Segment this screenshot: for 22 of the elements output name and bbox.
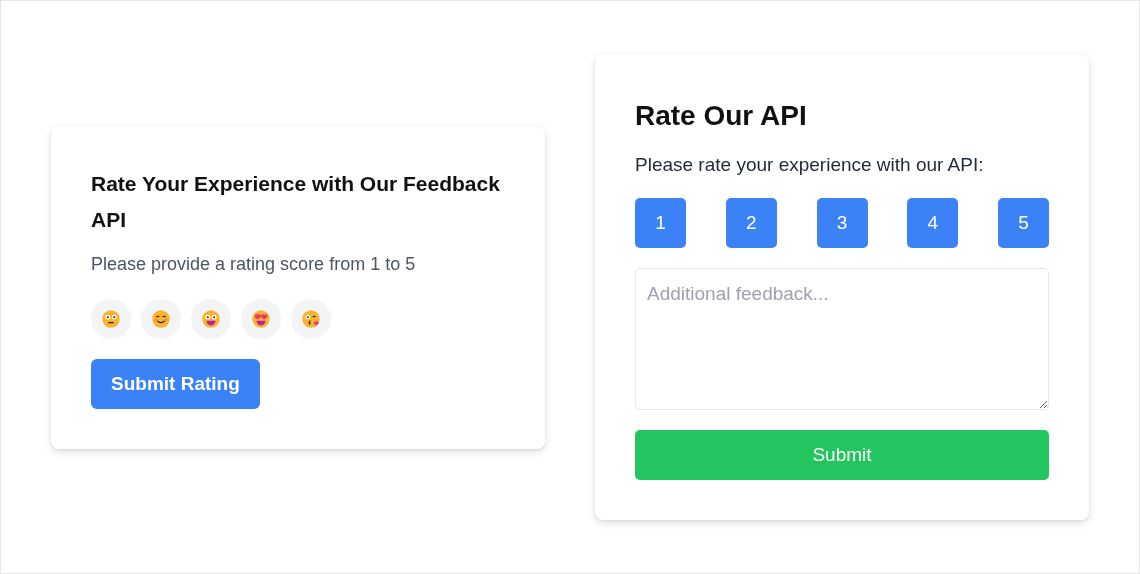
- neutral-face-icon: [100, 307, 122, 330]
- card-title: Rate Your Experience with Our Feedback API: [91, 170, 501, 233]
- score-button[interactable]: 5: [998, 198, 1049, 248]
- emoji-button[interactable]: [241, 298, 281, 339]
- feedback-field[interactable]: Additional feedback...: [635, 268, 1049, 410]
- rating-prompt: Please rate your experience with our API:: [635, 154, 985, 176]
- score-button[interactable]: 2: [725, 198, 777, 248]
- score-button[interactable]: 1: [635, 198, 686, 248]
- emoji-button[interactable]: [141, 298, 181, 339]
- heart-eyes-face-icon: [250, 307, 272, 330]
- score-button[interactable]: 4: [907, 198, 959, 248]
- rating-prompt: Please provide a rating score from 1 to 5: [91, 253, 417, 275]
- submit-rating-button[interactable]: Submit Rating: [91, 358, 260, 409]
- submit-button[interactable]: Submit: [635, 430, 1049, 480]
- emoji-button[interactable]: [291, 298, 331, 339]
- emoji-button[interactable]: [91, 298, 131, 339]
- emoji-button[interactable]: [191, 298, 231, 339]
- kiss-face-icon: [300, 307, 322, 330]
- grin-face-icon: [200, 307, 222, 330]
- card-title: Rate Our API: [635, 100, 808, 132]
- smile-face-icon: [150, 307, 172, 330]
- score-button[interactable]: 3: [816, 198, 868, 248]
